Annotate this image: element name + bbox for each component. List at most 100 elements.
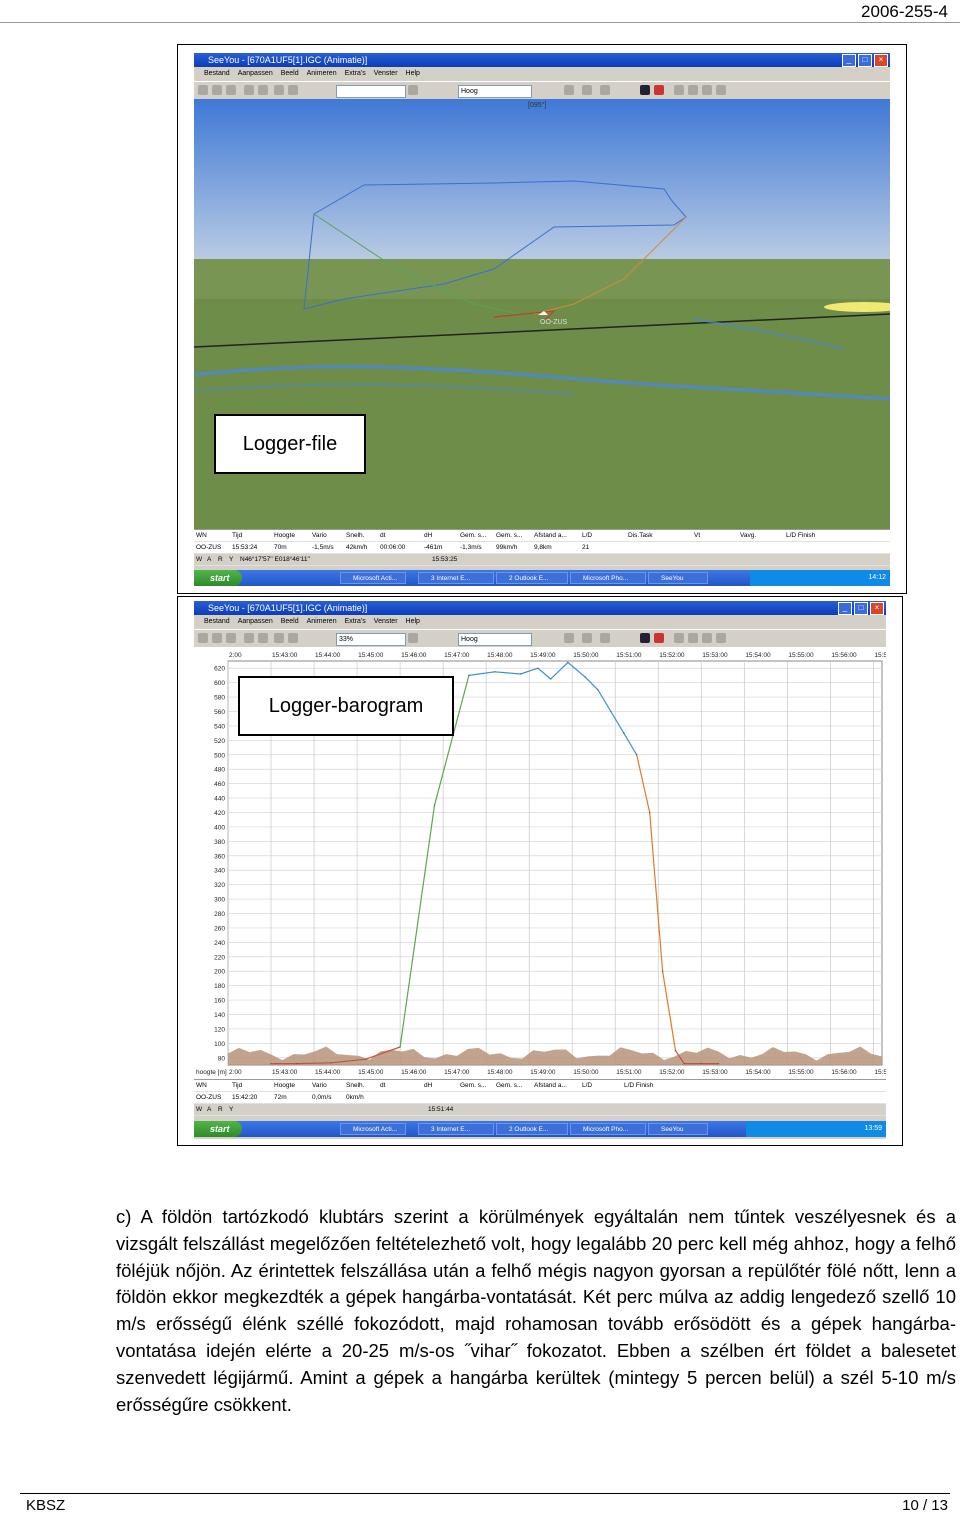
pause-icon[interactable] — [640, 85, 650, 95]
save-icon[interactable] — [212, 85, 222, 95]
menu-venster[interactable]: Venster — [374, 67, 398, 81]
taskbar-item[interactable]: SeeYou — [648, 572, 708, 584]
stats-header-row: WN Tijd Hoogte Vario Snelh. dt dH Gem. s… — [194, 1080, 886, 1092]
hand-icon[interactable] — [244, 633, 254, 643]
time-readout: 15:53:25 — [432, 556, 458, 563]
fast-forward-icon[interactable] — [716, 633, 726, 643]
menu-aanpassen[interactable]: Aanpassen — [238, 67, 273, 81]
layers-icon[interactable] — [408, 633, 418, 643]
toolbar: Hoog — [194, 81, 890, 101]
animate-icon[interactable] — [600, 85, 610, 95]
fast-forward-icon[interactable] — [716, 85, 726, 95]
menu-animeren[interactable]: Animeren — [307, 67, 337, 81]
hand-icon[interactable] — [244, 85, 254, 95]
maximize-button[interactable]: □ — [858, 54, 872, 67]
taskbar-item[interactable]: Microsoft Acti... — [340, 572, 406, 584]
taskbar-item[interactable]: Microsoft Pho... — [570, 572, 646, 584]
grid-icon[interactable] — [564, 633, 574, 643]
zoom-out-icon[interactable] — [288, 85, 298, 95]
start-button[interactable]: start — [194, 1121, 242, 1137]
altitude-point — [662, 970, 664, 972]
x-tick-label-bottom: 15:52:00 — [659, 1069, 685, 1076]
close-button[interactable]: × — [870, 602, 884, 615]
print-icon[interactable] — [226, 85, 236, 95]
layers-icon[interactable] — [408, 85, 418, 95]
pencil-icon[interactable] — [258, 85, 268, 95]
menu-extras[interactable]: Extra's — [345, 615, 366, 629]
zoom-combo[interactable]: 33% — [336, 633, 406, 646]
cell: 15:42:20 — [232, 1094, 258, 1101]
maximize-button[interactable]: □ — [854, 602, 868, 615]
y-tick-label: 220 — [214, 954, 225, 961]
logger-file-caption: Logger-file — [214, 414, 366, 474]
taskbar-item[interactable]: Microsoft Acti... — [340, 1123, 406, 1135]
step-back-icon[interactable] — [688, 633, 698, 643]
y-tick-label: 380 — [214, 839, 225, 846]
pencil-icon[interactable] — [258, 633, 268, 643]
cell: 42km/h — [346, 544, 368, 551]
x-tick-label-bottom: 15:51:00 — [616, 1069, 642, 1076]
menu-venster[interactable]: Venster — [374, 615, 398, 629]
cell: W — [196, 1106, 203, 1113]
col-header: L/D — [582, 1082, 593, 1089]
clock-icon[interactable] — [582, 633, 592, 643]
start-button[interactable]: start — [194, 570, 242, 586]
step-forward-icon[interactable] — [702, 633, 712, 643]
taskbar-item[interactable]: Microsoft Pho... — [570, 1123, 646, 1135]
pause-icon[interactable] — [640, 633, 650, 643]
col-header: L/D — [582, 532, 593, 539]
taskbar-item[interactable]: SeeYou — [648, 1123, 708, 1135]
clock-icon[interactable] — [582, 85, 592, 95]
cell: R — [218, 556, 223, 563]
col-header: Hoogte — [274, 532, 295, 539]
system-tray-clock: 13:59 — [746, 1121, 886, 1137]
open-icon[interactable] — [198, 85, 208, 95]
zoom-out-icon[interactable] — [288, 633, 298, 643]
menu-extras[interactable]: Extra's — [345, 67, 366, 81]
step-forward-icon[interactable] — [702, 85, 712, 95]
stats-grid: WN Tijd Hoogte Vario Snelh. dt dH Gem. s… — [194, 1079, 886, 1116]
open-icon[interactable] — [198, 633, 208, 643]
y-tick-label: 240 — [214, 940, 225, 947]
cell: A — [207, 1106, 212, 1113]
window-title: SeeYou - [670A1UF5[1].IGC (Animatie)] — [208, 55, 368, 65]
view-combo[interactable]: Hoog — [458, 85, 532, 98]
x-tick-label-top: 15:57:00 — [874, 652, 886, 659]
zoom-in-icon[interactable] — [274, 85, 284, 95]
taskbar-item[interactable]: 2 Outlook E... — [496, 572, 568, 584]
stop-icon[interactable] — [654, 85, 664, 95]
menu-beeld[interactable]: Beeld — [281, 615, 299, 629]
cell: 72m — [274, 1094, 287, 1101]
taskbar-item[interactable]: 3 Internet E... — [418, 1123, 494, 1135]
zoom-combo[interactable] — [336, 85, 406, 98]
minimize-button[interactable]: _ — [842, 54, 856, 67]
animate-icon[interactable] — [600, 633, 610, 643]
view-combo[interactable]: Hoog — [458, 633, 532, 646]
menu-help[interactable]: Help — [406, 615, 420, 629]
footer-rule — [20, 1493, 950, 1494]
save-icon[interactable] — [212, 633, 222, 643]
step-back-icon[interactable] — [688, 85, 698, 95]
altitude-point — [610, 710, 612, 713]
print-icon[interactable] — [226, 633, 236, 643]
menu-bestand[interactable]: Bestand — [204, 615, 230, 629]
taskbar-item[interactable]: 3 Internet E... — [418, 572, 494, 584]
altitude-point — [537, 667, 539, 669]
menu-bestand[interactable]: Bestand — [204, 67, 230, 81]
minimize-button[interactable]: _ — [838, 602, 852, 615]
y-tick-label: 260 — [214, 925, 225, 932]
close-button[interactable]: × — [874, 54, 888, 67]
grid-icon[interactable] — [564, 85, 574, 95]
menu-animeren[interactable]: Animeren — [307, 615, 337, 629]
menu-help[interactable]: Help — [406, 67, 420, 81]
rewind-icon[interactable] — [674, 85, 684, 95]
stop-icon[interactable] — [654, 633, 664, 643]
col-header: L/D Finish — [624, 1082, 654, 1089]
zoom-in-icon[interactable] — [274, 633, 284, 643]
menu-aanpassen[interactable]: Aanpassen — [238, 615, 273, 629]
x-tick-label-top: 15:46:00 — [401, 652, 427, 659]
menu-beeld[interactable]: Beeld — [281, 67, 299, 81]
rewind-icon[interactable] — [674, 633, 684, 643]
taskbar-item[interactable]: 2 Outlook E... — [496, 1123, 568, 1135]
col-header: Snelh. — [346, 1082, 365, 1089]
